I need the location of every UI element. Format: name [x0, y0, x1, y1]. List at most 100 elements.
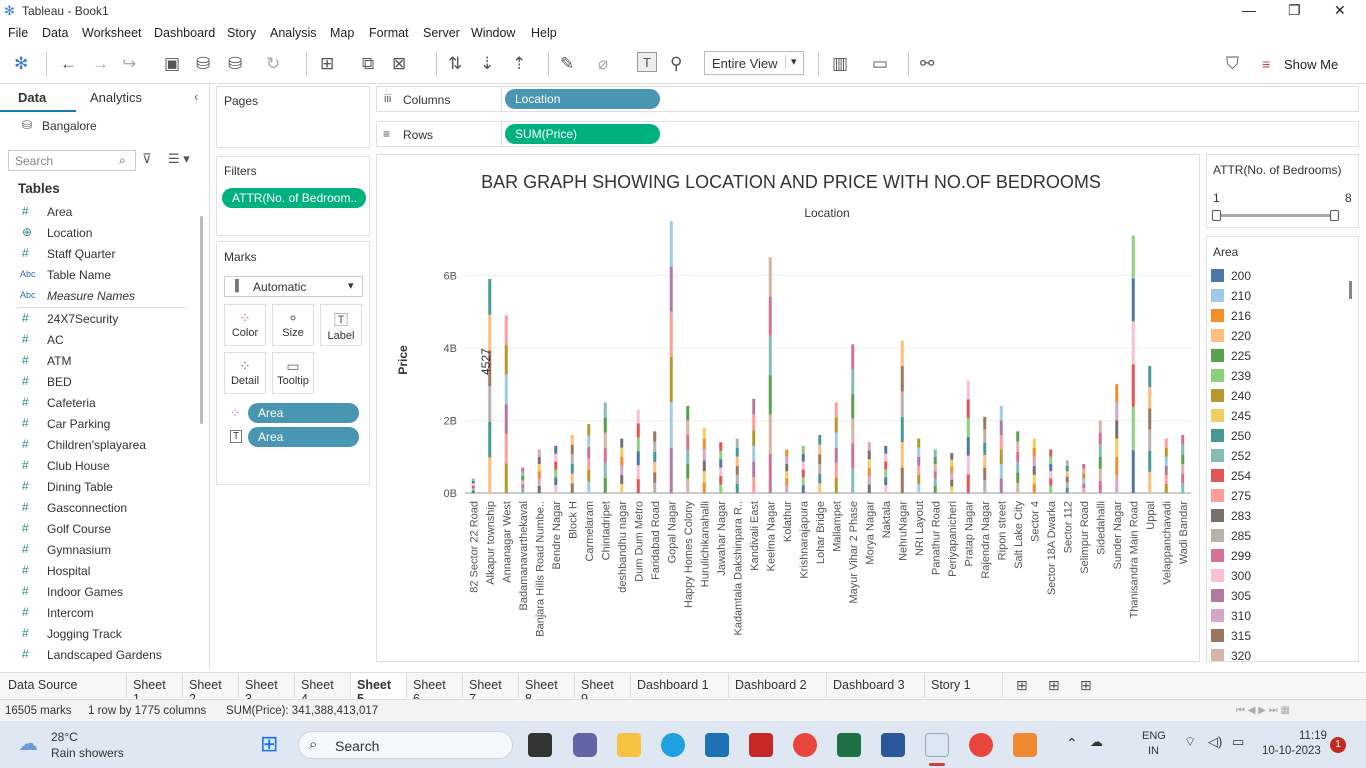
file-explorer-icon[interactable] — [617, 733, 641, 757]
edge-icon[interactable] — [661, 733, 685, 757]
field-item[interactable]: Abc Measure Names — [0, 286, 196, 307]
bar-segment[interactable] — [966, 436, 970, 456]
bar-segment[interactable] — [620, 465, 624, 475]
bar-segment[interactable] — [917, 483, 921, 493]
tooltip-button[interactable]: ▭ Tooltip — [272, 352, 314, 394]
bar-segment[interactable] — [1148, 450, 1152, 472]
tray-chevron-icon[interactable]: ⌃ — [1066, 735, 1078, 752]
field-item[interactable]: # Gymnasium — [0, 540, 196, 561]
bar-segment[interactable] — [1148, 408, 1152, 430]
volume-icon[interactable]: ◁) — [1208, 734, 1222, 750]
bar-segment[interactable] — [702, 482, 706, 493]
bar-segment[interactable] — [521, 476, 525, 481]
bar-segment[interactable] — [1049, 456, 1053, 464]
field-item[interactable]: # Children'splayarea — [0, 435, 196, 456]
bar-segment[interactable] — [603, 402, 607, 418]
refresh-icon[interactable]: ↻ — [266, 54, 280, 74]
bar-segment[interactable] — [653, 462, 657, 473]
bar-segment[interactable] — [752, 414, 756, 431]
language-eng[interactable]: ENG — [1142, 730, 1166, 742]
bar-segment[interactable] — [752, 477, 756, 493]
columns-location-pill[interactable]: Location — [505, 89, 660, 109]
bar-segment[interactable] — [983, 429, 987, 443]
bar-segment[interactable] — [785, 456, 789, 464]
bar-segment[interactable] — [488, 457, 492, 493]
bar-segment[interactable] — [587, 458, 591, 471]
new-worksheet-icon[interactable]: ⊞ — [320, 54, 334, 74]
bar-segment[interactable] — [554, 477, 558, 486]
bar-segment[interactable] — [1164, 456, 1168, 466]
bar-segment[interactable] — [735, 438, 739, 448]
bar-segment[interactable] — [752, 430, 756, 446]
bar-segment[interactable] — [1131, 364, 1135, 408]
bar-segment[interactable] — [752, 398, 756, 415]
bar-segment[interactable] — [900, 391, 904, 417]
bar-segment[interactable] — [1181, 463, 1185, 474]
bar-segment[interactable] — [570, 434, 574, 445]
bar-segment[interactable] — [1098, 420, 1102, 433]
bar-segment[interactable] — [834, 432, 838, 448]
task-view-icon[interactable] — [528, 733, 552, 757]
bar-segment[interactable] — [1032, 447, 1036, 457]
bar-segment[interactable] — [686, 434, 690, 450]
bar-segment[interactable] — [1032, 483, 1036, 493]
bar-segment[interactable] — [999, 449, 1003, 464]
bar-segment[interactable] — [983, 480, 987, 493]
bar-segment[interactable] — [785, 449, 789, 457]
sheet-tab[interactable]: Sheet 8 — [519, 673, 575, 706]
bar-segment[interactable] — [851, 468, 855, 493]
bar-segment[interactable] — [554, 445, 558, 454]
format-painter-icon[interactable]: ⛉ — [1226, 54, 1239, 74]
bar-segment[interactable] — [636, 409, 640, 424]
bar-segment[interactable] — [653, 431, 657, 442]
group-icon[interactable]: ⌀ — [598, 54, 608, 74]
mcafee-icon[interactable] — [749, 733, 773, 757]
field-item[interactable]: ⊕ Location — [0, 223, 196, 244]
bar-segment[interactable] — [1032, 474, 1036, 484]
collapse-pane-icon[interactable]: ‹ — [194, 89, 198, 104]
bar-segment[interactable] — [735, 474, 739, 484]
datasource-name[interactable]: Bangalore — [42, 119, 97, 133]
bar-segment[interactable] — [1098, 456, 1102, 469]
bar-segment[interactable] — [1164, 465, 1168, 475]
range-slider-track[interactable] — [1217, 214, 1335, 217]
bar-segment[interactable] — [1115, 474, 1119, 493]
bar-segment[interactable] — [471, 488, 475, 491]
search-input[interactable]: Search ⌕ — [8, 150, 136, 171]
bar-segment[interactable] — [834, 477, 838, 493]
bar-segment[interactable] — [1065, 465, 1069, 472]
bar-segment[interactable] — [471, 483, 475, 486]
bar-segment[interactable] — [851, 344, 855, 370]
app-l-icon[interactable] — [705, 733, 729, 757]
bar-segment[interactable] — [933, 449, 937, 457]
bar-segment[interactable] — [768, 453, 772, 493]
bar-segment[interactable] — [735, 483, 739, 493]
wifi-icon[interactable]: ⌔ — [1184, 734, 1196, 750]
bar-segment[interactable] — [785, 485, 789, 493]
sheet-tab[interactable]: Sheet 3 — [239, 673, 295, 706]
bar-segment[interactable] — [834, 462, 838, 478]
field-item[interactable]: # Gasconnection — [0, 498, 196, 519]
bar-segment[interactable] — [1098, 480, 1102, 493]
bar-segment[interactable] — [1082, 473, 1086, 479]
bar-segment[interactable] — [983, 442, 987, 455]
bar-segment[interactable] — [917, 465, 921, 475]
color-button[interactable]: ⁘ Color — [224, 304, 266, 346]
bar-segment[interactable] — [570, 463, 574, 474]
bar-segment[interactable] — [537, 463, 541, 472]
bar-segment[interactable] — [1032, 465, 1036, 475]
bar-segment[interactable] — [785, 463, 789, 472]
bar-segment[interactable] — [834, 417, 838, 433]
share-icon[interactable]: ⚯ — [920, 54, 934, 74]
bar-segment[interactable] — [999, 434, 1003, 450]
windows-start-icon[interactable]: ⊞ — [260, 731, 278, 757]
bar-segment[interactable] — [570, 483, 574, 493]
sheet-tab[interactable]: Sheet 5 — [351, 673, 407, 706]
field-item[interactable]: # Club House — [0, 456, 196, 477]
bar-segment[interactable] — [966, 380, 970, 400]
bar-segment[interactable] — [999, 478, 1003, 493]
restore-icon[interactable]: ❐ — [1288, 2, 1301, 19]
sheet-tab[interactable]: Sheet 2 — [183, 673, 239, 706]
replay-icon[interactable]: ↪ — [122, 54, 136, 74]
bar-segment[interactable] — [950, 459, 954, 467]
